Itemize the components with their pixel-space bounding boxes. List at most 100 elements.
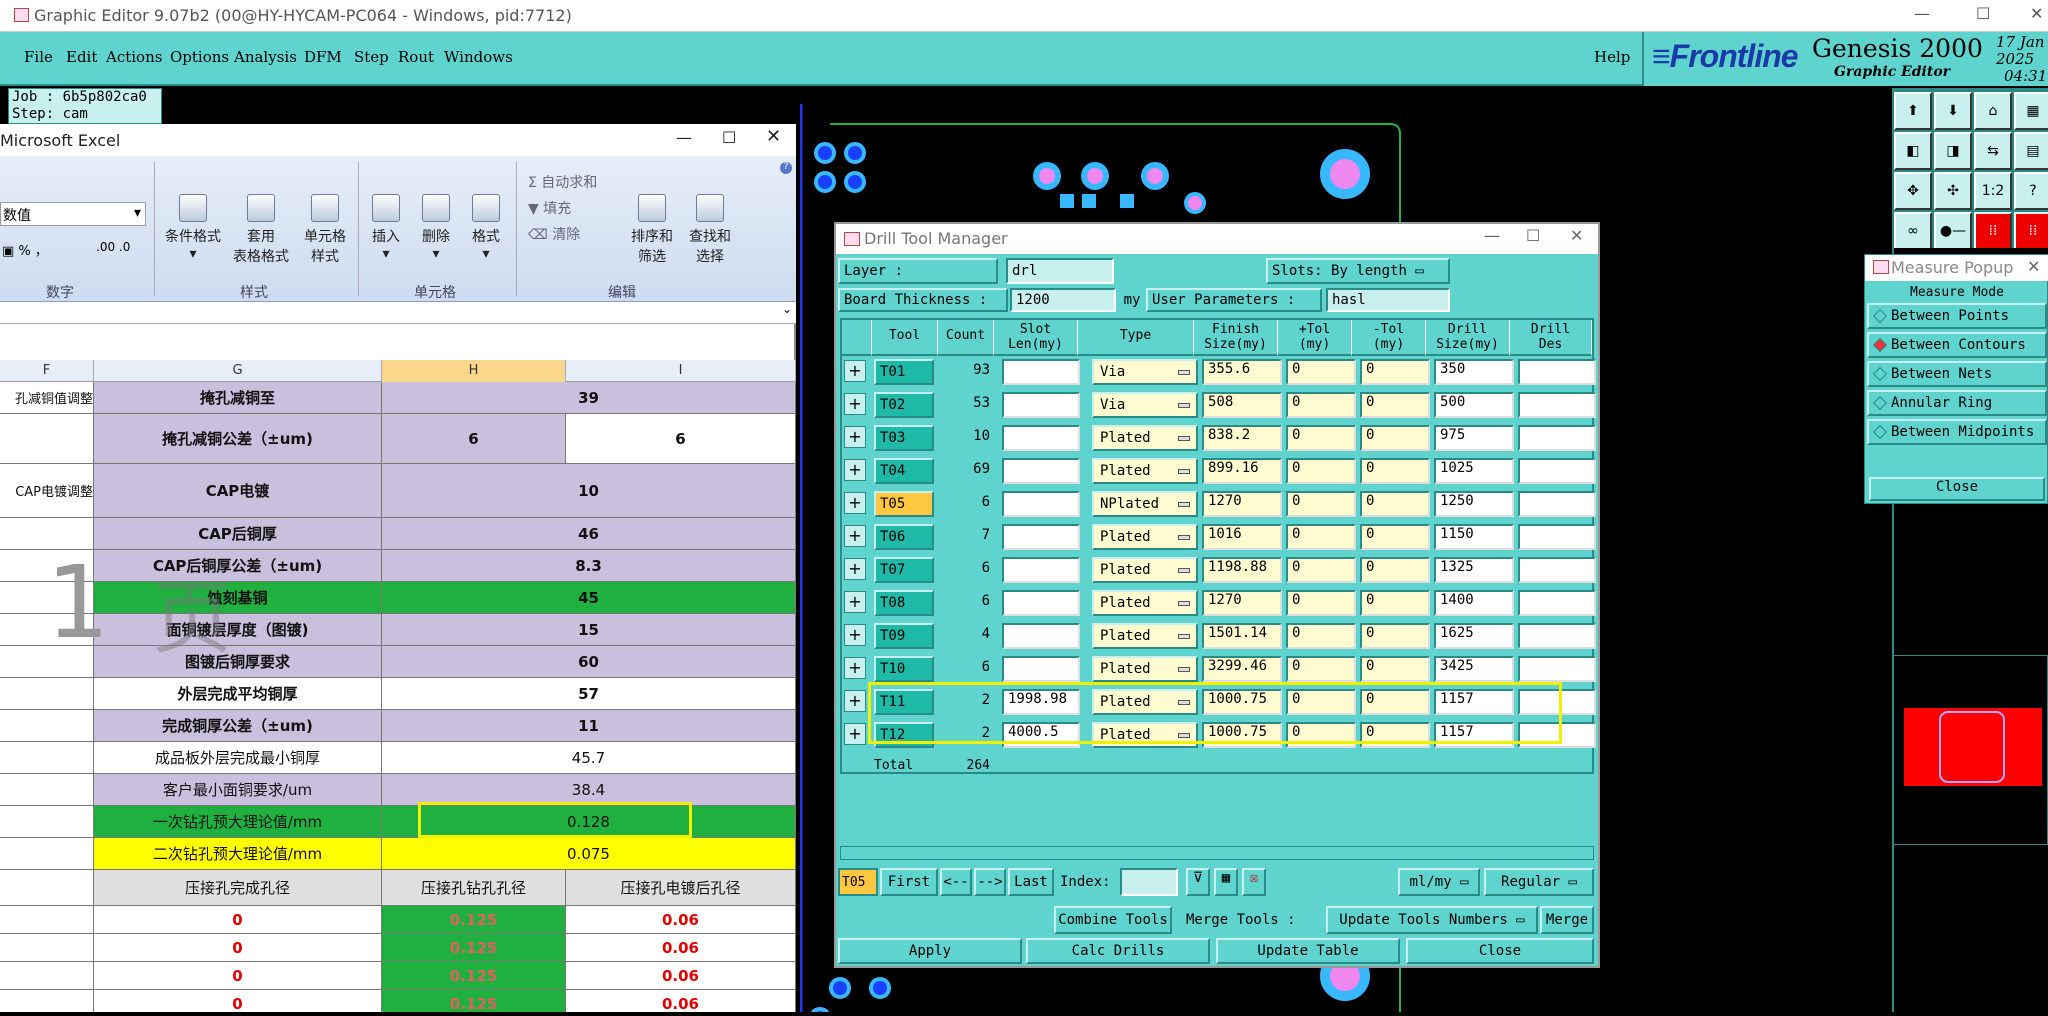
find-select-button[interactable]: 查找和 选择 <box>682 194 738 266</box>
cell-f[interactable] <box>0 838 94 869</box>
cell-g[interactable]: 面铜镀层厚度（图镀) <box>94 614 382 645</box>
cell-f[interactable] <box>0 906 94 933</box>
slot-len-field[interactable] <box>1002 359 1080 385</box>
help-icon[interactable]: ? <box>780 162 792 174</box>
option-between-midpoints[interactable]: Between Midpoints <box>1867 419 2047 445</box>
tool-button[interactable]: T08 <box>874 590 934 616</box>
col-header-g[interactable]: G <box>94 360 382 382</box>
drill-size-field[interactable]: 1150 <box>1434 524 1514 550</box>
maximize-icon[interactable]: ☐ <box>1976 4 1990 23</box>
finish-size-field[interactable]: 838.2 <box>1202 425 1282 451</box>
cell-style-button[interactable]: 单元格 样式 <box>298 194 352 266</box>
horizontal-scrollbar[interactable] <box>840 846 1594 860</box>
type-select[interactable]: Plated <box>1092 458 1198 484</box>
tool-button[interactable]: T04 <box>874 458 934 484</box>
tool-button[interactable]: T10 <box>874 656 934 682</box>
cell-g[interactable]: 二次钻孔预大理论值/mm <box>94 838 382 869</box>
expand-row-icon[interactable]: + <box>844 624 866 646</box>
cell-h[interactable]: 10 <box>382 464 796 517</box>
cell-g[interactable]: CAP后铜厚公差（±um) <box>94 550 382 581</box>
col-header-i[interactable]: I <box>566 360 796 382</box>
cell-h[interactable]: 38.4 <box>382 774 796 805</box>
menu-analysis[interactable]: Analysis <box>234 48 297 66</box>
merge-button[interactable]: Merge <box>1540 906 1594 934</box>
expand-row-icon[interactable]: + <box>844 558 866 580</box>
plus-tol-field[interactable]: 0 <box>1286 458 1356 484</box>
cell-f[interactable] <box>0 806 94 837</box>
expand-row-icon[interactable]: + <box>844 525 866 547</box>
calc-drills-button[interactable]: Calc Drills <box>1026 938 1210 964</box>
maximize-icon[interactable]: ☐ <box>1526 226 1540 245</box>
cell-h[interactable]: 0.075 <box>382 838 796 869</box>
plus-tol-field[interactable]: 0 <box>1286 557 1356 583</box>
number-format-select[interactable]: 数值 ▾ <box>0 202 146 226</box>
toolbar-btn-16[interactable]: ⁞⁞ <box>2014 212 2048 250</box>
expand-row-icon[interactable]: + <box>844 492 866 514</box>
last-button[interactable]: Last <box>1008 868 1054 896</box>
type-select[interactable]: Plated <box>1092 557 1198 583</box>
tool-button[interactable]: T07 <box>874 557 934 583</box>
funnel-button[interactable]: ⊽ <box>1186 868 1210 896</box>
cell-h[interactable]: 60 <box>382 646 796 677</box>
type-select[interactable]: Plated <box>1092 524 1198 550</box>
plus-tol-field[interactable]: 0 <box>1286 590 1356 616</box>
slot-len-field[interactable] <box>1002 623 1080 649</box>
toolbar-btn-5[interactable]: ◧ <box>1894 132 1932 170</box>
cell-g[interactable]: 图镀后铜厚要求 <box>94 646 382 677</box>
cell-g[interactable]: 蚀刻基铜 <box>94 582 382 613</box>
grid-button[interactable]: ▦ <box>1214 868 1238 896</box>
toolbar-btn-12[interactable]: ? <box>2014 172 2048 210</box>
cell-i[interactable]: 0.06 <box>566 962 796 989</box>
maximize-icon[interactable]: ☐ <box>722 128 736 147</box>
cell-f[interactable] <box>0 710 94 741</box>
drill-des-field[interactable] <box>1518 491 1596 517</box>
cell-h[interactable]: 0.125 <box>382 934 566 961</box>
finish-size-field[interactable]: 1016 <box>1202 524 1282 550</box>
close-icon[interactable]: ✕ <box>2030 4 2043 23</box>
cell-f[interactable] <box>0 742 94 773</box>
sort-filter-button[interactable]: 排序和 筛选 <box>624 194 680 266</box>
first-button[interactable]: First <box>880 868 938 896</box>
menu-windows[interactable]: Windows <box>444 48 513 66</box>
option-between-contours[interactable]: Between Contours <box>1867 332 2047 358</box>
cell-h[interactable]: 6 <box>382 414 566 463</box>
cell-g[interactable]: 外层完成平均铜厚 <box>94 678 382 709</box>
minus-tol-field[interactable]: 0 <box>1360 425 1430 451</box>
menu-help[interactable]: Help <box>1594 48 1630 66</box>
cell-h[interactable]: 45.7 <box>382 742 796 773</box>
finish-size-field[interactable]: 1270 <box>1202 590 1282 616</box>
drill-des-field[interactable] <box>1518 425 1596 451</box>
mode-select[interactable]: Regular ▭ <box>1484 868 1594 896</box>
minus-tol-field[interactable]: 0 <box>1360 656 1430 682</box>
drill-des-field[interactable] <box>1518 656 1596 682</box>
cell-g[interactable]: 0 <box>94 934 382 961</box>
conditional-format-button[interactable]: 条件格式 ▾ <box>160 194 226 262</box>
cell-h[interactable]: 0.125 <box>382 906 566 933</box>
tool-button[interactable]: T05 <box>874 491 934 517</box>
expand-row-icon[interactable]: + <box>844 723 866 745</box>
close-icon[interactable]: ✕ <box>2027 257 2040 276</box>
drill-size-field[interactable]: 1325 <box>1434 557 1514 583</box>
plus-tol-field[interactable]: 0 <box>1286 656 1356 682</box>
minus-tol-field[interactable]: 0 <box>1360 491 1430 517</box>
type-select[interactable]: Via <box>1092 359 1198 385</box>
drill-size-field[interactable]: 1250 <box>1434 491 1514 517</box>
toolbar-btn-13[interactable]: ∞ <box>1894 212 1932 250</box>
table-format-button[interactable]: 套用 表格格式 <box>226 194 296 266</box>
close-button[interactable]: Close <box>1406 938 1594 964</box>
toolbar-btn-4[interactable]: ▦ <box>2014 92 2048 130</box>
merge-option-select[interactable]: Update Tools Numbers ▭ <box>1326 906 1538 934</box>
delete-button[interactable]: ☒ <box>1242 868 1266 896</box>
cell-i[interactable]: 0.06 <box>566 990 796 1012</box>
combine-tools-button[interactable]: Combine Tools <box>1054 906 1172 934</box>
finish-size-field[interactable]: 1270 <box>1202 491 1282 517</box>
minimize-icon[interactable]: — <box>1484 226 1500 245</box>
expand-row-icon[interactable]: + <box>844 690 866 712</box>
close-icon[interactable]: ✕ <box>766 126 781 147</box>
cell-h[interactable]: 0.125 <box>382 990 566 1012</box>
toolbar-btn-15[interactable]: ⁞⁞ <box>1974 212 2012 250</box>
apply-button[interactable]: Apply <box>838 938 1022 964</box>
drill-des-field[interactable] <box>1518 458 1596 484</box>
insert-button[interactable]: 插入 ▾ <box>362 194 410 262</box>
toolbar-btn-6[interactable]: ◨ <box>1934 132 1972 170</box>
